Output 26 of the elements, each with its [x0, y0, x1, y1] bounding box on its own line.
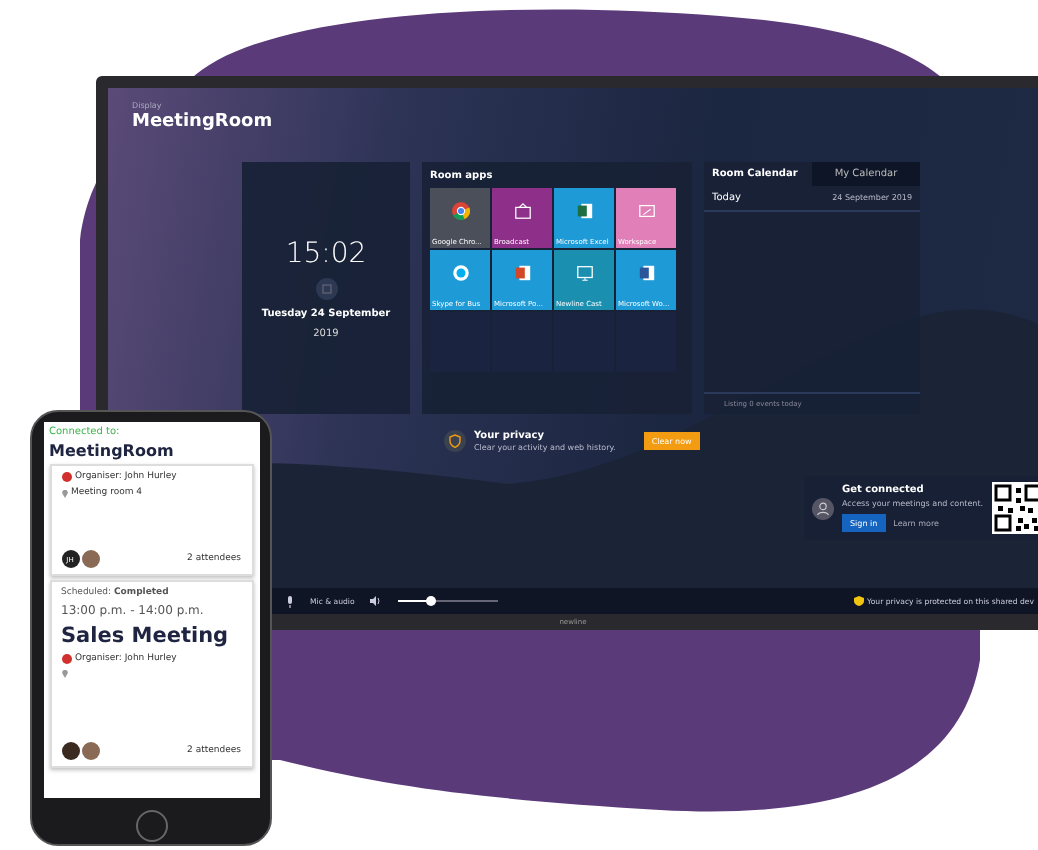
- shield-icon: [444, 430, 466, 452]
- screen-cast-icon: [575, 264, 593, 282]
- shield-icon: [853, 596, 864, 606]
- room-title: MeetingRoom: [132, 110, 275, 134]
- user-icon: [812, 497, 834, 519]
- browser-logo-icon: [451, 202, 469, 220]
- chat-logo-icon: [451, 264, 469, 282]
- presentation-icon: [513, 264, 531, 282]
- volume-thumb[interactable]: [425, 596, 436, 606]
- broadcast-icon: [513, 202, 531, 220]
- home-button[interactable]: [135, 810, 167, 842]
- location-pin-icon: [61, 670, 67, 678]
- spreadsheet-icon: [575, 202, 593, 220]
- qr-code-icon: [991, 482, 1038, 534]
- speaker-icon: [370, 596, 383, 606]
- location-pin-icon: [61, 489, 67, 497]
- attendee-avatar: [81, 550, 99, 568]
- document-icon: [637, 264, 655, 282]
- clock-time: 15:02: [285, 237, 367, 269]
- room-name: MeetingRoom: [49, 442, 176, 460]
- calendar-icon: [315, 277, 337, 299]
- microphone-icon: [286, 595, 294, 607]
- organiser-icon: [61, 472, 71, 482]
- whiteboard-icon: [637, 202, 655, 220]
- meeting-title: Sales Meeting: [61, 624, 231, 648]
- organiser-icon: [61, 654, 71, 664]
